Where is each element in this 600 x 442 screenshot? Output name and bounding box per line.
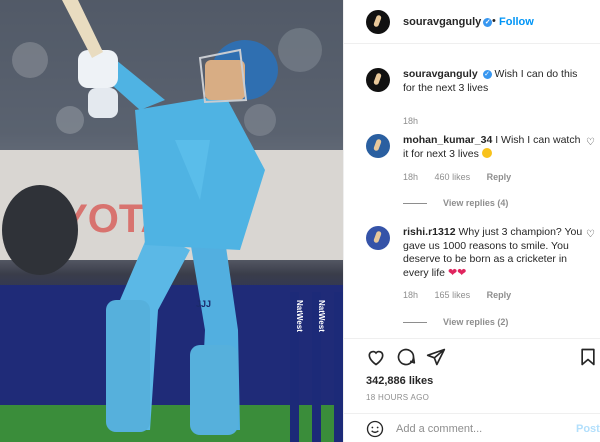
likes-count[interactable]: 342,886 likes <box>366 375 433 387</box>
comment-item: rishi.r1312 Why just 3 champion? You gav… <box>366 226 596 336</box>
heart-eyes-emoji-icon <box>481 147 492 158</box>
comment-meta: 18h 460 likes Reply <box>403 172 525 182</box>
caption-age: 18h <box>403 116 419 126</box>
verified-icon: ✓ <box>482 69 492 79</box>
comment-age: 18h <box>403 290 419 300</box>
stump-text-2: NatWest <box>317 300 326 332</box>
post-timestamp[interactable]: 18 HOURS AGO <box>366 393 429 402</box>
stump-text: NatWest <box>295 300 304 332</box>
comment-body: rishi.r1312 Why just 3 champion? You gav… <box>403 226 583 280</box>
commenter-avatar[interactable] <box>366 226 390 250</box>
caption-body: souravganguly ✓ Wish I can do this for t… <box>403 68 583 95</box>
red-heart-emoji-icons: ❤❤ <box>447 266 467 279</box>
comment-like-heart-icon[interactable]: ♡ <box>586 230 596 240</box>
cricket-photo-illustration: OYOTA A NatWest NatWest JJJ <box>0 0 343 442</box>
author-username-row[interactable]: souravganguly ✓ <box>403 16 493 28</box>
header-separator: • <box>492 15 496 27</box>
follow-button[interactable]: Follow <box>499 16 534 28</box>
comment-body: mohan_kumar_34 I Wish I can watch it for… <box>403 134 583 161</box>
comment-meta: 18h 165 likes Reply <box>403 290 525 300</box>
comment-likes[interactable]: 460 likes <box>435 172 471 182</box>
comment-item: mohan_kumar_34 I Wish I can watch it for… <box>366 134 596 214</box>
comment-age: 18h <box>403 172 419 182</box>
author-avatar[interactable] <box>366 10 390 34</box>
shirt-text: JJJ <box>196 299 211 309</box>
comment-username[interactable]: rishi.r1312 <box>403 226 456 238</box>
post-side-panel: souravganguly ✓ • Follow souravganguly ✓ … <box>343 0 600 442</box>
bookmark-icon[interactable] <box>578 347 598 367</box>
caption-username[interactable]: souravganguly <box>403 68 478 80</box>
view-replies-button[interactable]: View replies (2) <box>403 317 508 327</box>
author-avatar-small[interactable] <box>366 68 390 92</box>
heart-outline-icon[interactable] <box>366 347 386 367</box>
post-photo[interactable]: OYOTA A NatWest NatWest JJJ <box>0 0 343 442</box>
reply-button[interactable]: Reply <box>487 172 512 182</box>
verified-icon: ✓ <box>483 17 493 27</box>
post-header: souravganguly ✓ • Follow <box>344 0 600 44</box>
commenter-avatar[interactable] <box>366 134 390 158</box>
caption-row: souravganguly ✓ Wish I can do this for t… <box>366 68 596 126</box>
comment-likes[interactable]: 165 likes <box>435 290 471 300</box>
caption-meta: 18h <box>403 116 432 126</box>
comment-like-heart-icon[interactable]: ♡ <box>586 138 596 148</box>
author-username[interactable]: souravganguly <box>403 16 481 28</box>
view-replies-button[interactable]: View replies (4) <box>403 198 508 208</box>
paper-plane-icon[interactable] <box>426 347 446 367</box>
post-comment-button[interactable]: Post <box>576 423 600 435</box>
smiley-icon[interactable] <box>366 420 384 438</box>
reply-button[interactable]: Reply <box>487 290 512 300</box>
comment-username[interactable]: mohan_kumar_34 <box>403 134 492 146</box>
post-actions: 342,886 likes 18 HOURS AGO Post <box>344 338 600 442</box>
comment-composer: Post <box>344 413 600 442</box>
comment-bubble-icon[interactable] <box>396 347 416 367</box>
comment-input[interactable] <box>396 421 556 437</box>
